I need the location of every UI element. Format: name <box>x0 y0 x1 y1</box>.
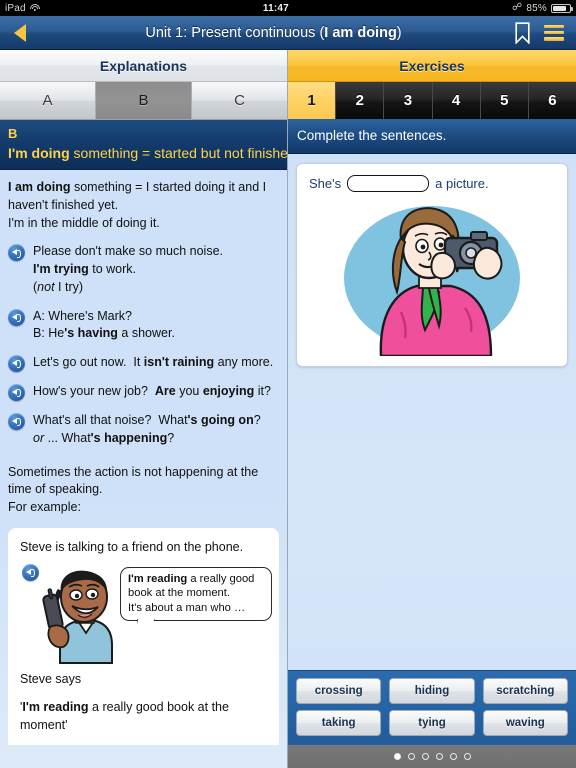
explanation-letter-tabs: A B C <box>0 82 287 120</box>
story-says-label: Steve says <box>20 671 82 686</box>
list-item: Please don't make so much noise. I'm try… <box>8 243 279 296</box>
explanation-intro: I am doing something = I started doing i… <box>8 180 267 230</box>
tab-exercise-5[interactable]: 5 <box>480 82 529 120</box>
example-text: How's your new job? Are you enjoying it? <box>33 383 279 401</box>
explanation-note: Sometimes the action is not happening at… <box>8 464 259 515</box>
page-dot-6[interactable] <box>463 753 471 760</box>
exercise-instruction: Complete the sentences. <box>297 128 447 143</box>
example-text: What's all that noise? What's going on? … <box>33 412 279 448</box>
explanations-header: Explanations <box>0 50 287 82</box>
page-dot-4[interactable] <box>435 753 443 760</box>
example-line-bold: or ... What's happening? <box>33 430 175 445</box>
story-illustration-row: I'm reading a really good book at the mo… <box>20 563 272 665</box>
word-button-crossing[interactable]: crossing <box>296 678 382 704</box>
word-button-scratching[interactable]: scratching <box>482 678 568 704</box>
tab-explanation-b[interactable]: B <box>96 82 192 120</box>
example-text: Let's go out now. It isn't raining any m… <box>33 354 279 372</box>
word-choice-panel: crossing hiding scratching taking tying … <box>288 670 576 744</box>
tab-exercise-2[interactable]: 2 <box>336 82 385 120</box>
example-line-bold: B: He's having a shower. <box>33 326 175 341</box>
status-bar-left: iPad <box>5 3 40 14</box>
app-root: iPad 11:47 ☍ 85% Unit 1: Present continu… <box>0 0 576 768</box>
story-intro: Steve is talking to a friend on the phon… <box>20 539 244 554</box>
bookmark-icon[interactable] <box>515 21 530 44</box>
title-bar-actions <box>515 21 568 44</box>
list-item: A: Where's Mark? B: He's having a shower… <box>8 308 279 344</box>
title-bar: Unit 1: Present continuous (I am doing) <box>0 16 576 50</box>
tab-exercise-6[interactable]: 6 <box>528 82 576 120</box>
device-label: iPad <box>5 2 26 14</box>
page-dot-5[interactable] <box>449 753 457 760</box>
man-on-phone-illustration <box>42 570 113 664</box>
tab-exercise-1[interactable]: 1 <box>288 82 337 120</box>
story-card: Steve is talking to a friend on the phon… <box>8 527 279 745</box>
back-arrow-icon[interactable] <box>8 20 32 46</box>
tab-explanation-a[interactable]: A <box>0 82 96 120</box>
question-illustration <box>309 196 555 356</box>
explanations-pane: Explanations A B C B I'm doing something… <box>0 50 296 768</box>
example-list: Please don't make so much noise. I'm try… <box>8 243 279 447</box>
tab-exercise-4[interactable]: 4 <box>432 82 481 120</box>
page-dot-2[interactable] <box>407 753 415 760</box>
example-line-note: (not I try) <box>33 279 84 294</box>
tab-explanation-c[interactable]: C <box>192 82 287 120</box>
exercises-pane: Exercises 1 2 3 4 5 6 Complete the sente… <box>288 50 576 768</box>
speaker-icon[interactable] <box>8 384 25 402</box>
page-dot-1[interactable] <box>393 753 401 760</box>
bluetooth-icon: ☍ <box>512 2 523 13</box>
example-line-bold: I'm trying to work. <box>33 262 137 277</box>
speech-bubble-tail <box>137 619 155 636</box>
speaker-icon[interactable] <box>8 355 25 373</box>
status-bar-clock: 11:47 <box>262 2 289 14</box>
question-suffix: a picture. <box>435 175 489 191</box>
section-heading: I'm doing something = started but not fi… <box>8 144 296 161</box>
story-quote: 'I'm reading a really good book at the m… <box>20 700 229 733</box>
page-indicator <box>288 744 576 768</box>
speaker-icon[interactable] <box>8 413 25 431</box>
word-button-waving[interactable]: waving <box>482 710 568 736</box>
speaker-icon[interactable] <box>8 244 25 262</box>
word-button-hiding[interactable]: hiding <box>389 678 475 704</box>
woman-taking-photo-illustration <box>344 205 520 356</box>
status-bar-right: ☍ 85% <box>512 2 573 14</box>
speaker-icon[interactable] <box>8 308 25 326</box>
list-item: Let's go out now. It isn't raining any m… <box>8 354 279 373</box>
example-line-bold: Let's go out now. It isn't raining any m… <box>33 355 274 370</box>
tab-exercise-3[interactable]: 3 <box>384 82 433 120</box>
answer-blank-input[interactable] <box>347 174 430 192</box>
hamburger-menu-icon[interactable] <box>544 24 564 41</box>
example-line-bold: How's your new job? Are you enjoying it? <box>33 384 271 399</box>
split-panes: Explanations A B C B I'm doing something… <box>0 50 576 768</box>
page-dot-3[interactable] <box>421 753 429 760</box>
list-item: How's your new job? Are you enjoying it? <box>8 383 279 402</box>
explanation-section-header: B I'm doing something = started but not … <box>0 120 296 171</box>
page-title: Unit 1: Present continuous (I am doing) <box>145 24 402 41</box>
exercise-number-tabs: 1 2 3 4 5 6 <box>288 82 576 120</box>
example-text: Please don't make so much noise. I'm try… <box>33 243 279 296</box>
section-letter: B <box>8 126 18 141</box>
example-line-bold: What's all that noise? What's going on? <box>33 413 261 428</box>
exercise-content: She's a picture. crossing hiding scratch… <box>288 153 576 768</box>
word-button-grid: crossing hiding scratching taking tying … <box>296 678 568 736</box>
exercise-card: She's a picture. <box>296 162 568 367</box>
exercises-header: Exercises <box>288 50 576 82</box>
battery-icon <box>551 3 573 13</box>
battery-percent-label: 85% <box>526 2 547 14</box>
speech-bubble: I'm reading a really good book at the mo… <box>120 566 272 636</box>
exercise-instruction-bar: Complete the sentences. <box>288 120 576 154</box>
explanation-content: I am doing something = I started doing i… <box>0 170 287 768</box>
question-prefix: She's <box>309 175 342 191</box>
word-button-tying[interactable]: tying <box>389 710 475 736</box>
example-text: A: Where's Mark? B: He's having a shower… <box>33 308 279 344</box>
word-button-taking[interactable]: taking <box>296 710 382 736</box>
ios-status-bar: iPad 11:47 ☍ 85% <box>0 0 576 16</box>
question-line: She's a picture. <box>309 174 555 192</box>
list-item: What's all that noise? What's going on? … <box>8 412 279 448</box>
wifi-icon <box>29 3 40 13</box>
